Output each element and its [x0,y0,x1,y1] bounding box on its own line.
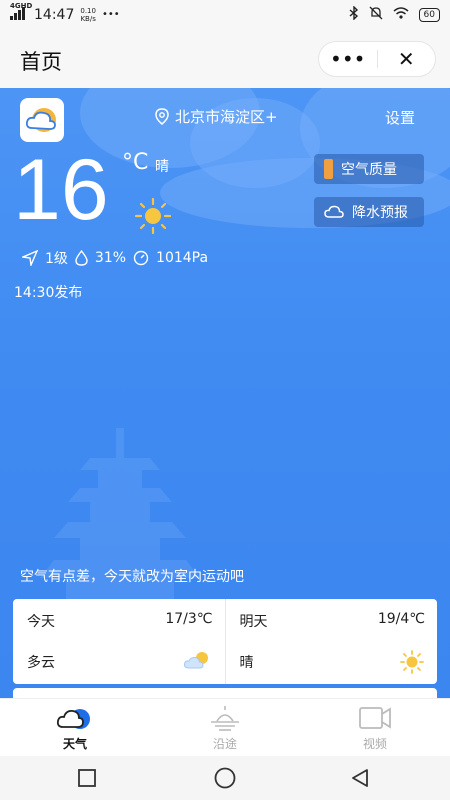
home-icon[interactable] [213,767,237,789]
tab-label: 视频 [362,737,387,751]
more-status-dots: ••• [101,9,120,20]
tab-label: 天气 [62,737,87,751]
app-logo [20,98,64,142]
settings-link[interactable]: 设置 [385,107,415,128]
rain-forecast-button[interactable]: 降水预报 [314,197,424,227]
tab-video[interactable]: 视频 [300,699,450,757]
status-bar: 4GHD 14:47 0.10 KB/s ••• 60 [0,0,450,30]
location-pin-icon [155,108,169,125]
humidity-icon [75,250,88,266]
publish-time: 14:30发布 [14,285,83,301]
status-right: 60 [349,5,440,24]
forecast-condition: 多云 [27,655,55,671]
rain-forecast-label: 降水预报 [352,205,408,221]
forecast-condition: 晴 [239,655,254,671]
horizon-icon [211,706,239,731]
pagoda-silhouette [40,428,200,618]
location-selector[interactable]: 北京市海淀区+ [155,106,278,127]
back-icon[interactable] [350,768,370,788]
more-button[interactable]: ••• [319,42,377,76]
system-navigation [0,756,450,800]
status-left: 4GHD 14:47 0.10 KB/s ••• [10,2,120,23]
air-quality-label: 空气质量 [341,162,397,178]
close-button[interactable]: ✕ [378,42,436,76]
tab-bar: 天气 沿途 视频 [0,698,450,757]
temperature-unit: °C [122,150,149,175]
tab-label: 沿途 [212,737,237,751]
pressure-value: 1014Pa [156,250,209,266]
logo-icon [25,108,56,132]
tab-weather[interactable]: 天气 [0,699,150,757]
speed-value: 0.10 [80,6,96,15]
forecast-today[interactable]: 今天 17/3℃ 多云 [13,599,225,684]
battery-icon: 60 [418,8,440,22]
forecast-day: 今天 [27,614,55,630]
page-title: 首页 [20,50,62,74]
forecast-day: 明天 [239,614,268,630]
status-time: 14:47 [34,6,75,23]
wifi-icon [393,7,409,23]
wind-level: 1级 [45,251,68,267]
weather-icon [56,709,90,729]
forecast-tomorrow[interactable]: 明天 19/4℃ 晴 [226,599,438,684]
wind-direction-icon [22,250,38,266]
location-name: 北京市海淀区+ [175,108,278,126]
humidity-value: 31% [94,250,127,266]
sun-icon [134,197,172,235]
current-temperature: 16 [13,142,109,238]
recent-apps-icon[interactable] [78,769,96,787]
capsule-menu: ••• ✕ [318,41,436,77]
bluetooth-icon [349,5,359,24]
forecast-card: 今天 17/3℃ 多云 明天 19/4℃ 晴 [13,599,437,684]
weather-stats: 1级 31% 1014Pa [22,248,208,268]
current-condition: 晴 [155,159,169,175]
mini-program-nav: 首页 ••• ✕ [0,30,450,88]
secondary-card [13,688,437,698]
weather-panel: 北京市海淀区+ 设置 16 °C 晴 空气质量 降水预报 1级 31% 1014… [0,88,450,698]
pressure-gauge-icon [133,250,149,266]
forecast-range: 19/4℃ [377,611,425,627]
air-quality-button[interactable]: 空气质量 [314,154,424,184]
mute-icon [369,6,383,24]
video-icon [359,707,391,729]
forecast-range: 17/3℃ [165,611,213,627]
weather-tip: 空气有点差，今天就改为室内运动吧 [20,569,244,585]
air-quality-badge-icon [324,159,333,179]
speed-unit: KB/s [80,14,96,23]
network-speed: 0.10 KB/s [80,7,96,23]
sun-icon [400,650,424,674]
cloud-icon [324,205,344,218]
partly-cloudy-icon [183,652,208,669]
network-type: 4GHD [10,2,33,10]
tab-route[interactable]: 沿途 [150,699,300,757]
